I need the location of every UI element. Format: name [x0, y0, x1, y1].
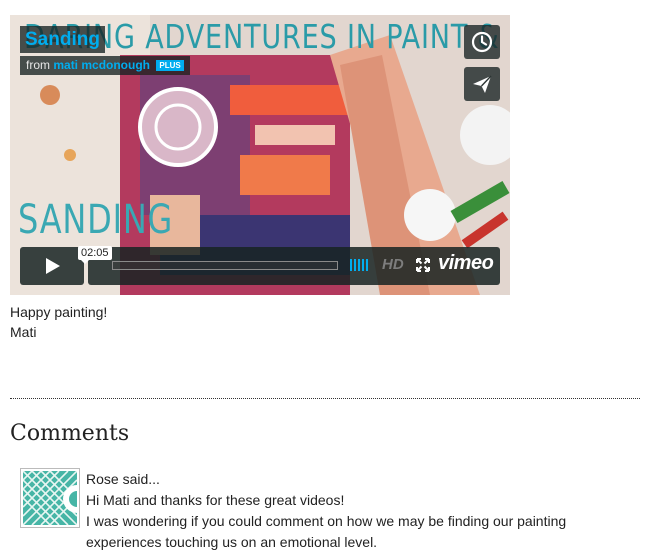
- comment-author: Rose said...: [86, 471, 160, 487]
- author-link[interactable]: mati mcdonough: [53, 58, 150, 72]
- time-tooltip: 02:05: [78, 246, 112, 264]
- fullscreen-icon: [416, 258, 430, 272]
- section-divider: [10, 398, 640, 399]
- byline-from: from: [26, 58, 50, 72]
- commenter-avatar[interactable]: [20, 468, 80, 528]
- comment-item: Rose said... Hi Mati and thanks for thes…: [86, 469, 616, 553]
- share-button[interactable]: [464, 67, 500, 101]
- paper-plane-icon: [473, 75, 492, 93]
- avatar-image: [22, 470, 78, 526]
- fullscreen-button[interactable]: [416, 258, 430, 277]
- comment-text-line: I was wondering if you could comment on …: [86, 513, 567, 550]
- play-icon: [46, 258, 60, 274]
- clock-icon: [471, 31, 493, 53]
- progress-bar[interactable]: [112, 261, 338, 270]
- play-button[interactable]: [20, 247, 84, 285]
- comments-heading: Comments: [10, 421, 130, 446]
- comment-text-line: Hi Mati and thanks for these great video…: [86, 492, 345, 508]
- hd-toggle[interactable]: HD: [382, 256, 404, 273]
- volume-icon[interactable]: [350, 259, 368, 271]
- video-art-text: SANDING: [18, 197, 174, 243]
- post-text-line: Happy painting!: [10, 304, 108, 320]
- video-title-link[interactable]: Sanding: [20, 26, 105, 53]
- video-byline: from mati mcdonough PLUS: [20, 56, 190, 75]
- watch-later-button[interactable]: [464, 25, 500, 59]
- post-signature: Mati: [10, 324, 37, 340]
- control-bar: HD vimeo: [88, 247, 500, 285]
- vimeo-logo-link[interactable]: vimeo: [438, 252, 494, 275]
- plus-badge[interactable]: PLUS: [156, 60, 184, 71]
